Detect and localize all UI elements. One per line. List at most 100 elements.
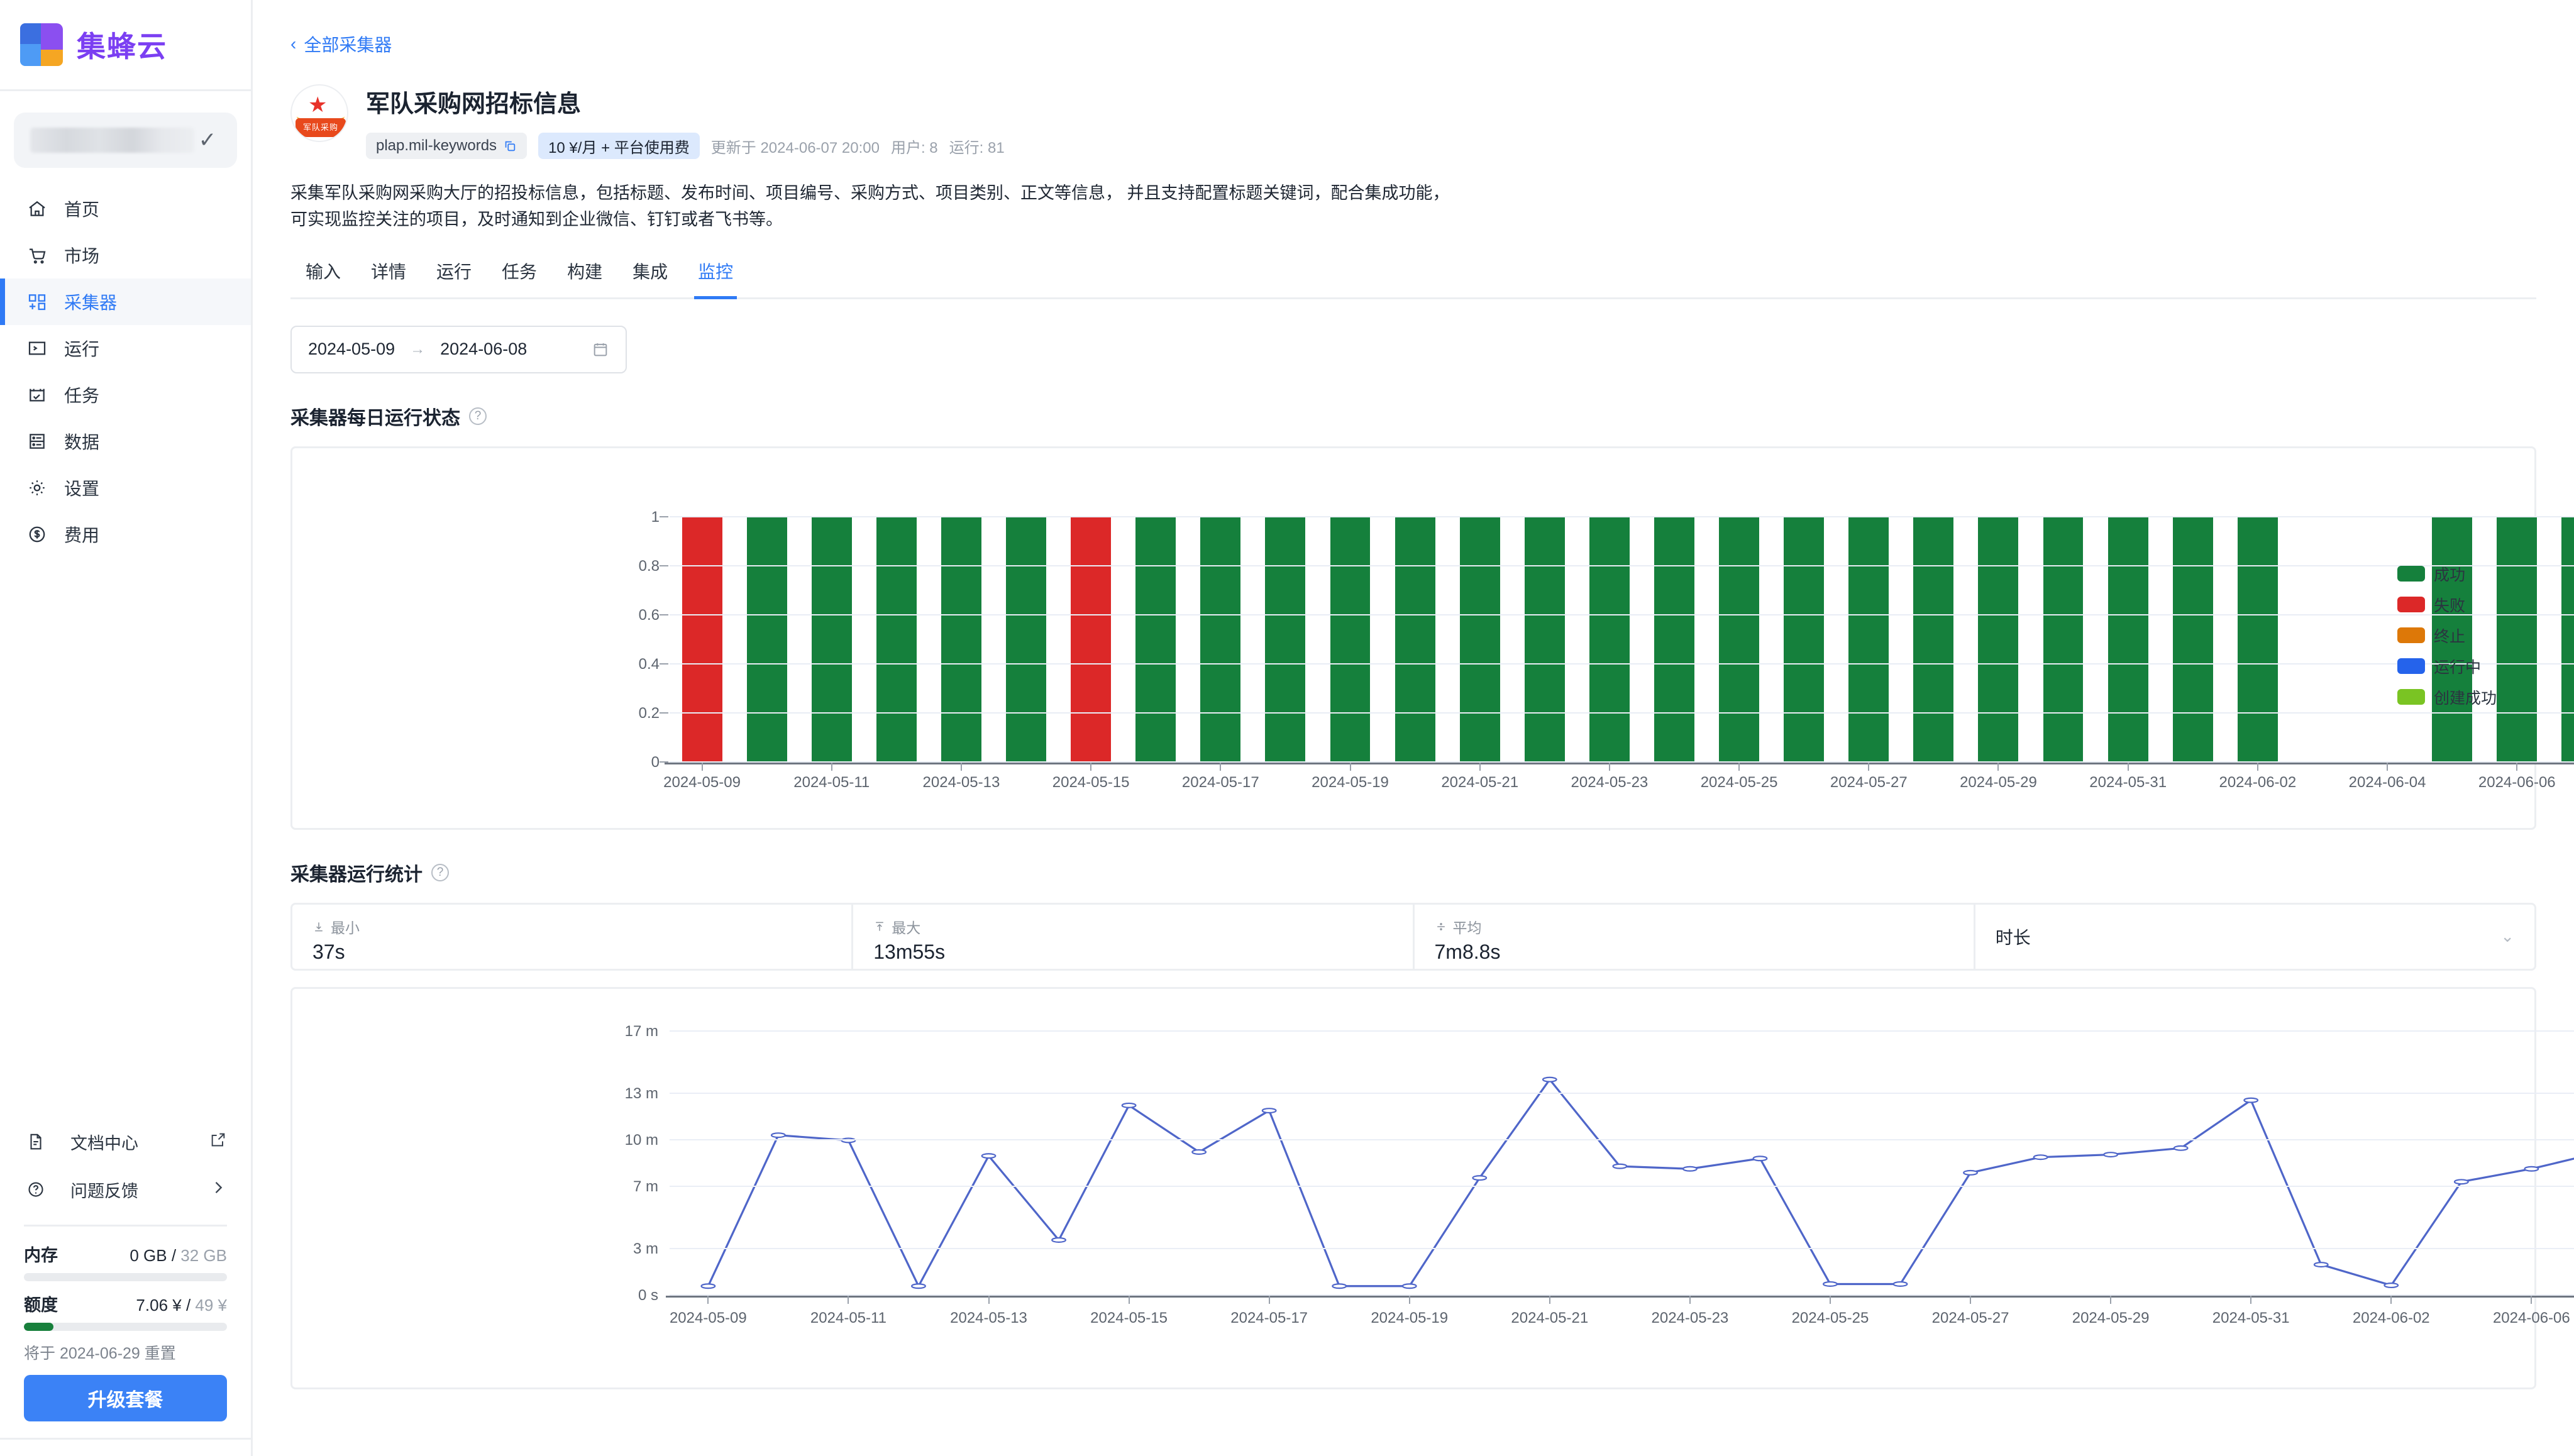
bar-slot[interactable] xyxy=(1512,517,1577,763)
doc-center-link[interactable]: 文档中心 xyxy=(0,1118,251,1166)
bar-slot[interactable] xyxy=(1059,517,1124,763)
sidebar-item-run[interactable]: 运行 xyxy=(0,325,251,372)
bar-slot[interactable] xyxy=(864,517,929,763)
bar[interactable] xyxy=(1265,517,1306,763)
copy-icon[interactable] xyxy=(503,139,517,153)
bar-slot[interactable] xyxy=(1577,517,1642,763)
bar[interactable] xyxy=(2237,517,2278,763)
tab-task[interactable]: 任务 xyxy=(487,258,552,297)
bar[interactable] xyxy=(876,517,917,763)
bar-slot[interactable] xyxy=(1772,517,1837,763)
bar-slot[interactable] xyxy=(1707,517,1772,763)
line-point[interactable] xyxy=(2104,1152,2118,1157)
help-icon[interactable]: ? xyxy=(469,407,487,425)
legend-item[interactable]: 成功 xyxy=(2397,563,2497,585)
bar[interactable] xyxy=(1913,517,1954,763)
bar[interactable] xyxy=(2172,517,2213,763)
line-point[interactable] xyxy=(1754,1156,1767,1161)
line-point[interactable] xyxy=(1964,1171,1977,1175)
bar-slot[interactable] xyxy=(993,517,1058,763)
bar-slot[interactable] xyxy=(1642,517,1706,763)
bar[interactable] xyxy=(1654,517,1694,763)
legend-item[interactable]: 创建成功 xyxy=(2397,686,2497,709)
feedback-link[interactable]: 问题反馈 xyxy=(0,1166,251,1213)
bar-slot[interactable] xyxy=(670,517,734,763)
sidebar-item-task[interactable]: 任务 xyxy=(0,372,251,418)
bar[interactable] xyxy=(1459,517,1500,763)
bar-slot[interactable] xyxy=(2096,517,2160,763)
upgrade-plan-button[interactable]: 升级套餐 xyxy=(24,1375,227,1421)
bar-slot[interactable] xyxy=(1253,517,1318,763)
line-point[interactable] xyxy=(1403,1284,1417,1288)
bar-slot[interactable] xyxy=(1383,517,1447,763)
bar[interactable] xyxy=(1848,517,1889,763)
line-point[interactable] xyxy=(912,1284,925,1288)
line-point[interactable] xyxy=(1122,1103,1136,1108)
bar-slot[interactable] xyxy=(2290,517,2355,763)
sidebar-item-collector[interactable]: 采集器 xyxy=(0,279,251,325)
bar-slot[interactable] xyxy=(2031,517,2096,763)
line-point[interactable] xyxy=(2034,1155,2048,1159)
line-point[interactable] xyxy=(1613,1164,1627,1168)
bar[interactable] xyxy=(746,517,787,763)
bar[interactable] xyxy=(682,517,722,763)
sidebar-item-home[interactable]: 首页 xyxy=(0,185,251,232)
line-point[interactable] xyxy=(1192,1150,1206,1154)
date-start[interactable]: 2024-05-09 xyxy=(308,339,395,359)
line-point[interactable] xyxy=(701,1284,715,1288)
line-point[interactable] xyxy=(2455,1179,2468,1184)
brand-header[interactable]: 集蜂云 xyxy=(0,0,251,91)
bar[interactable] xyxy=(1524,517,1565,763)
line-point[interactable] xyxy=(2244,1098,2258,1102)
bar[interactable] xyxy=(2497,517,2538,763)
tab-integration[interactable]: 集成 xyxy=(617,258,683,297)
bar[interactable] xyxy=(1395,517,1435,763)
metric-selector[interactable]: 时长 ⌄ xyxy=(1975,905,2534,969)
bar-slot[interactable] xyxy=(929,517,993,763)
sidebar-item-billing[interactable]: 费用 xyxy=(0,511,251,558)
bar[interactable] xyxy=(1200,517,1241,763)
bar[interactable] xyxy=(2561,517,2574,763)
bar-slot[interactable] xyxy=(1447,517,1512,763)
help-icon-2[interactable]: ? xyxy=(431,863,449,881)
line-point[interactable] xyxy=(1683,1167,1697,1171)
bar[interactable] xyxy=(941,517,981,763)
bar[interactable] xyxy=(1978,517,2019,763)
bar[interactable] xyxy=(1784,517,1825,763)
date-end[interactable]: 2024-06-08 xyxy=(440,339,527,359)
bar-slot[interactable] xyxy=(2225,517,2290,763)
bar-slot[interactable] xyxy=(734,517,799,763)
line-point[interactable] xyxy=(1262,1108,1276,1113)
bar[interactable] xyxy=(1589,517,1630,763)
line-point[interactable] xyxy=(2174,1146,2188,1150)
bar-slot[interactable] xyxy=(1837,517,1901,763)
bar[interactable] xyxy=(1071,517,1112,763)
bar-slot[interactable] xyxy=(1318,517,1383,763)
date-range-picker[interactable]: 2024-05-09 → 2024-06-08 xyxy=(290,325,627,373)
bar-slot[interactable] xyxy=(799,517,864,763)
bar[interactable] xyxy=(1719,517,1759,763)
line-point[interactable] xyxy=(771,1133,785,1137)
workspace-switcher[interactable]: ✓ xyxy=(14,113,237,168)
bar-slot[interactable] xyxy=(1966,517,2031,763)
line-point[interactable] xyxy=(2314,1262,2328,1267)
tab-run[interactable]: 运行 xyxy=(421,258,487,297)
legend-item[interactable]: 运行中 xyxy=(2397,655,2497,678)
line-point[interactable] xyxy=(1052,1238,1066,1242)
line-point[interactable] xyxy=(1472,1176,1486,1180)
tab-detail[interactable]: 详情 xyxy=(356,258,421,297)
bar[interactable] xyxy=(1330,517,1371,763)
bar-slot[interactable] xyxy=(2160,517,2225,763)
bar-slot[interactable] xyxy=(2549,517,2574,763)
sidebar-item-settings[interactable]: 设置 xyxy=(0,465,251,511)
bar-slot[interactable] xyxy=(1901,517,1966,763)
bar-slot[interactable] xyxy=(1188,517,1253,763)
back-to-all-collectors[interactable]: ‹ 全部采集器 xyxy=(290,0,392,57)
sidebar-item-data[interactable]: 数据 xyxy=(0,418,251,465)
legend-item[interactable]: 失败 xyxy=(2397,593,2497,616)
line-point[interactable] xyxy=(2384,1283,2398,1288)
line-point[interactable] xyxy=(1823,1282,1837,1286)
tab-build[interactable]: 构建 xyxy=(552,258,617,297)
bar[interactable] xyxy=(1006,517,1046,763)
slug-chip[interactable]: plap.mil-keywords xyxy=(366,133,528,159)
